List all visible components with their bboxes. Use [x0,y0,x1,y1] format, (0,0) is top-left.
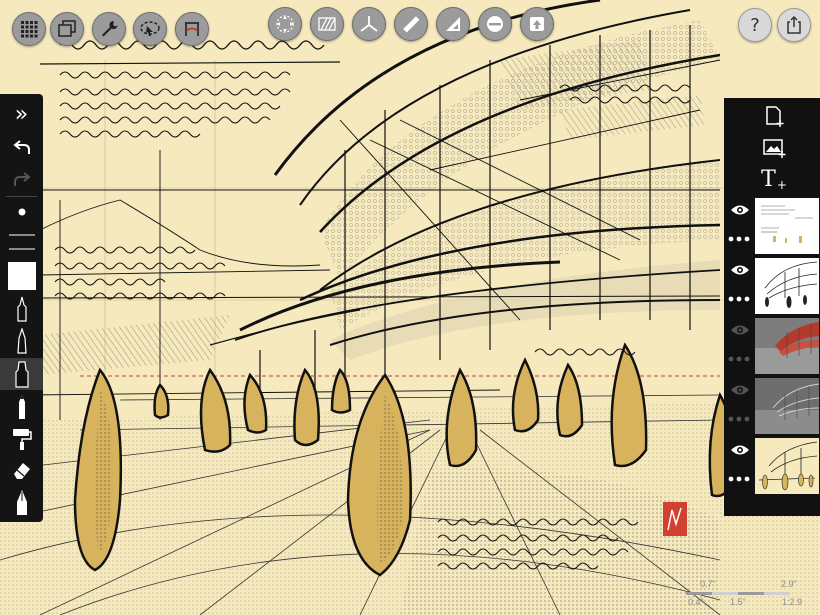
layer-row[interactable] [724,316,820,376]
settings-button[interactable] [92,12,126,46]
layers-stack-icon [58,20,76,37]
undo-icon [12,140,30,154]
fine-pen-tool[interactable] [0,326,43,356]
collapse-toolbar-icon: » [14,102,29,127]
axis-guide-icon [360,16,378,32]
image-layer-icon [763,139,786,158]
technical-pen-tool[interactable] [0,294,43,324]
selection-button[interactable] [133,12,167,46]
brush-toolbar: » [0,94,43,522]
layers-panel: T + [724,98,820,516]
pencil-icon [18,395,25,419]
redo-button[interactable] [0,166,43,192]
wrench-icon [102,21,118,37]
layer-options-icon[interactable] [728,356,750,362]
undo-button[interactable] [0,134,43,160]
layers-stack-button[interactable] [50,12,84,46]
paint-roller-icon [12,429,32,450]
shape-button[interactable] [520,7,554,41]
scale-bar-graphic [686,592,790,595]
transform-icon [276,15,294,33]
paint-roller-tool[interactable] [0,424,43,454]
brush-size-control[interactable] [0,198,43,226]
marker-tool[interactable] [0,358,43,390]
hatch-pattern-button[interactable] [310,7,344,41]
text-layer-icon: T [761,167,776,192]
layer-row[interactable] [724,436,820,496]
color-swatch [7,262,36,290]
perspective-guide-icon [185,22,199,36]
fine-pen-icon [16,328,27,354]
selection-lasso-icon [140,21,160,36]
layer-thumbnail-notes[interactable] [755,198,819,254]
layer-thumbnail-line-sketch[interactable] [755,258,819,314]
layer-thumbnail-color-sketch[interactable] [755,438,819,494]
hatch-pattern-icon [318,17,336,31]
layer-row[interactable] [724,256,820,316]
brush-opacity-control[interactable] [0,228,43,258]
ellipse-guide-button[interactable] [478,7,512,41]
share-button[interactable] [777,8,811,42]
layer-options-icon[interactable] [728,296,750,302]
ink-nib-tool[interactable] [0,486,43,518]
eraser-icon [13,463,30,479]
image-layer-button[interactable] [754,134,794,162]
scale-bottom-left: 0.4" [688,597,704,607]
ruler-icon [403,16,420,33]
help-label: ? [750,14,760,36]
scale-ratio: 1:2.9 [782,597,803,607]
pencil-tool[interactable] [0,392,43,422]
scale-bottom-mid: 1.5" [730,597,746,607]
perspective-guide-button[interactable] [175,12,209,46]
share-icon [787,15,801,34]
sketch-canvas[interactable] [0,0,820,615]
ink-nib-icon [16,490,27,515]
grid-icon [21,21,38,38]
transform-button[interactable] [268,7,302,41]
eye-visible-icon[interactable] [730,204,750,216]
shape-icon [530,17,544,31]
layer-options-icon[interactable] [728,236,750,242]
triangle-guide-button[interactable] [436,7,470,41]
triangle-guide-icon [446,17,460,31]
scale-top-left: 0.7" [700,579,716,589]
color-swatch-button[interactable] [0,260,43,292]
layer-thumbnail-red-render[interactable] [755,318,819,374]
separator [6,196,37,197]
layer-options-icon[interactable] [728,476,750,482]
text-layer-button[interactable]: T + [754,166,794,194]
layer-options-icon[interactable] [728,416,750,422]
marker-icon [14,361,29,388]
brush-opacity-lines [8,234,35,250]
plus-icon: + [776,178,787,192]
collapse-toolbar-button[interactable]: » [0,100,43,130]
eye-hidden-icon[interactable] [730,324,750,336]
eye-visible-icon[interactable] [730,444,750,456]
ruler-button[interactable] [394,7,428,41]
new-layer-icon [766,106,784,127]
layer-row[interactable] [724,196,820,256]
eye-visible-icon[interactable] [730,264,750,276]
layer-row[interactable] [724,376,820,436]
layer-thumbnail-gray-render[interactable] [755,378,819,434]
axis-guide-button[interactable] [352,7,386,41]
redo-icon [13,172,31,186]
technical-pen-icon [16,296,27,322]
new-layer-button[interactable] [754,102,794,130]
help-button[interactable]: ? [738,8,772,42]
scale-top-right: 2.9" [781,579,797,589]
eraser-tool[interactable] [0,456,43,484]
eye-hidden-icon[interactable] [730,384,750,396]
brush-size-dot [18,208,25,216]
signature-stamp [663,502,687,536]
grid-menu-button[interactable] [12,12,46,46]
ellipse-guide-icon [487,16,503,32]
